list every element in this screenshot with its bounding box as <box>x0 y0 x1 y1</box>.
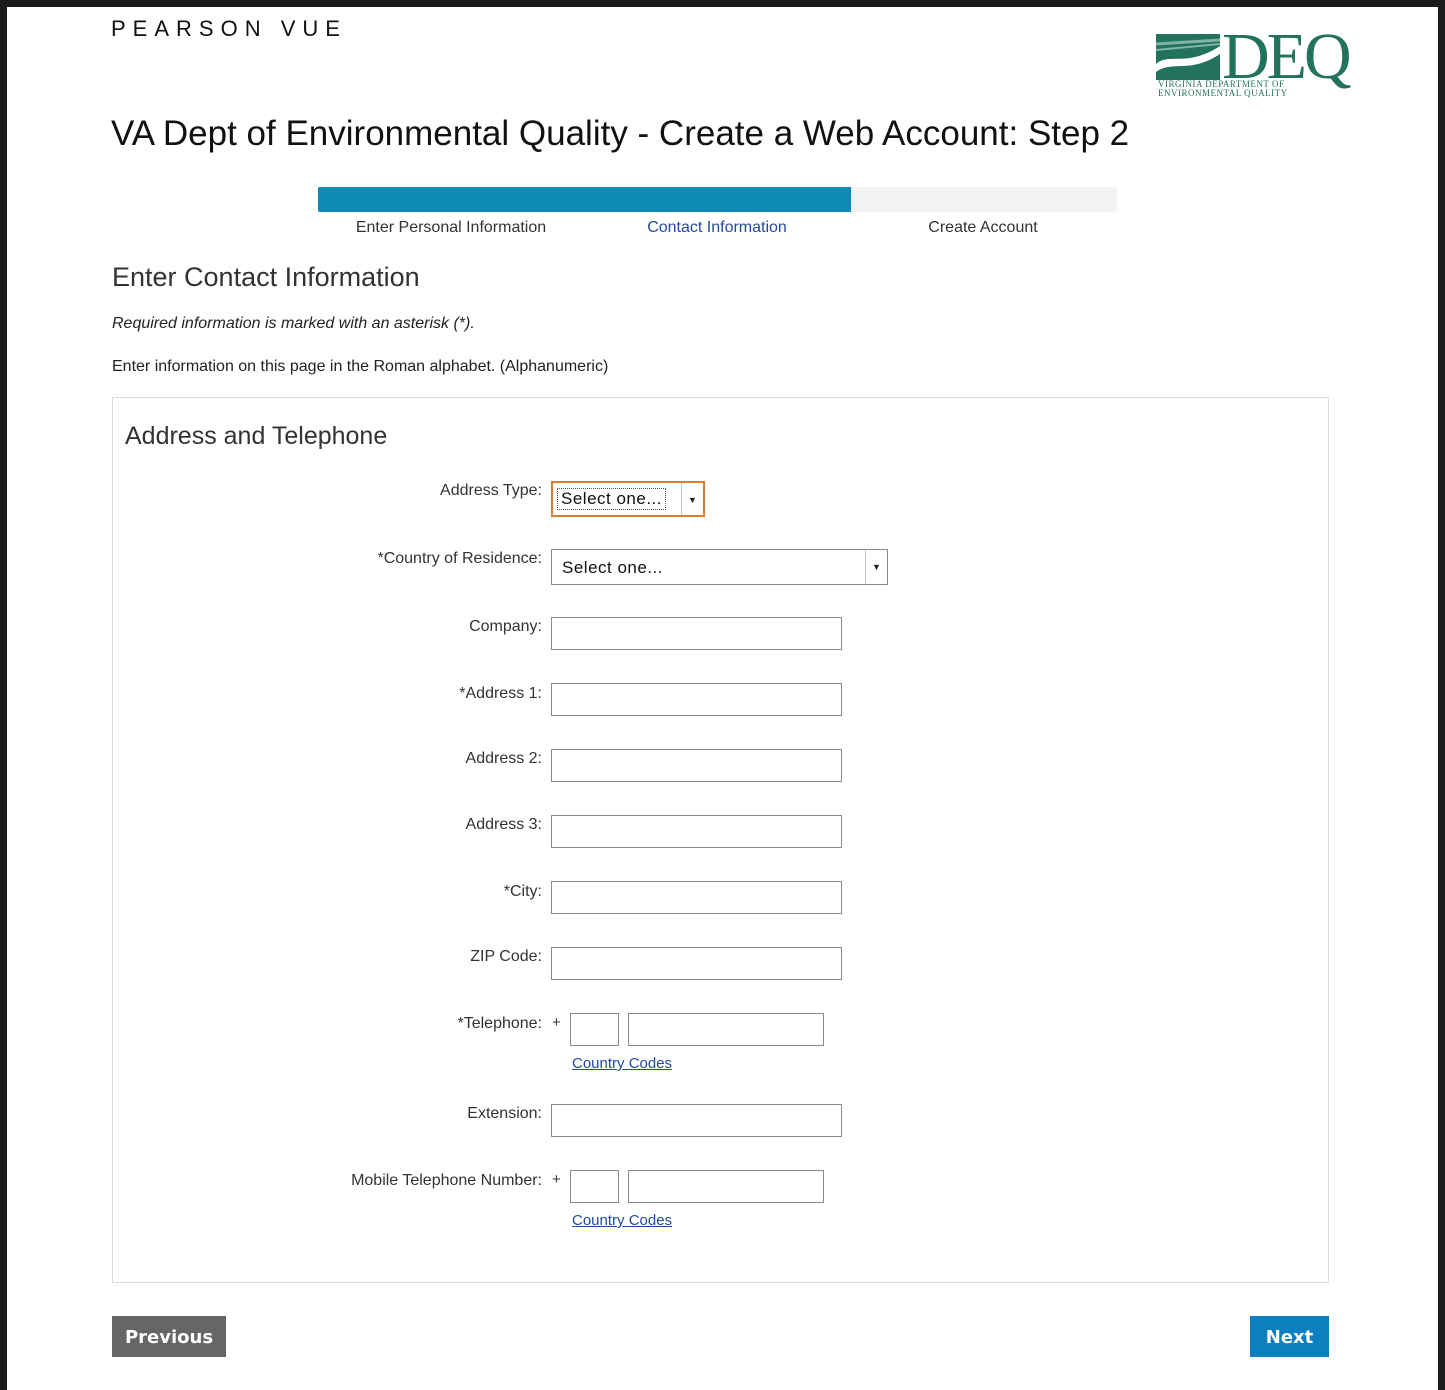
deq-logo-subtitle: VIRGINIA DEPARTMENT OF ENVIRONMENTAL QUA… <box>1158 80 1318 98</box>
company-input[interactable] <box>551 617 842 650</box>
step-create-account: Create Account <box>928 219 1038 236</box>
address-type-select[interactable]: Select one... ▼ <box>551 481 705 517</box>
next-button[interactable]: Next <box>1250 1316 1329 1357</box>
zip-input[interactable] <box>551 947 842 980</box>
alphabet-note: Enter information on this page in the Ro… <box>112 358 609 375</box>
deq-emblem-icon <box>1156 34 1220 80</box>
company-label: Company: <box>469 618 542 635</box>
progress-bar <box>318 187 1117 212</box>
address-telephone-panel: Address and Telephone Address Type: Sele… <box>112 397 1329 1283</box>
deq-subtitle-line2: ENVIRONMENTAL QUALITY <box>1158 88 1288 98</box>
section-title: Enter Contact Information <box>112 262 420 292</box>
required-note: Required information is marked with an a… <box>112 315 475 332</box>
mobile-country-code-input[interactable] <box>570 1170 619 1203</box>
city-label: *City: <box>503 883 542 900</box>
address1-input[interactable] <box>551 683 842 716</box>
mobile-plus-sign: + <box>552 1171 561 1188</box>
extension-input[interactable] <box>551 1104 842 1137</box>
mobile-country-codes-link[interactable]: Country Codes <box>572 1212 672 1229</box>
country-select[interactable]: Select one... ▼ <box>551 549 888 585</box>
panel-title: Address and Telephone <box>125 422 388 450</box>
country-value: Select one... <box>562 558 664 577</box>
brand-logo-text: PEARSON VUE <box>111 16 347 41</box>
step-personal-information: Enter Personal Information <box>355 219 547 236</box>
previous-button[interactable]: Previous <box>112 1316 226 1357</box>
address1-label: *Address 1: <box>459 685 542 702</box>
address2-input[interactable] <box>551 749 842 782</box>
city-input[interactable] <box>551 881 842 914</box>
deq-logo: DEQ VIRGINIA DEPARTMENT OF ENVIRONMENTAL… <box>1156 24 1352 106</box>
address2-label: Address 2: <box>465 750 542 767</box>
telephone-label: *Telephone: <box>457 1015 542 1032</box>
mobile-label: Mobile Telephone Number: <box>351 1172 542 1189</box>
telephone-country-codes-link[interactable]: Country Codes <box>572 1055 672 1072</box>
address3-input[interactable] <box>551 815 842 848</box>
telephone-country-code-input[interactable] <box>570 1013 619 1046</box>
progress-bar-fill <box>318 187 851 212</box>
address-type-value: Select one... <box>557 488 667 510</box>
extension-label: Extension: <box>467 1105 542 1122</box>
telephone-plus-sign: + <box>552 1014 561 1031</box>
country-label: *Country of Residence: <box>377 550 542 567</box>
page-title: VA Dept of Environmental Quality - Creat… <box>111 114 1130 153</box>
step-contact-information: Contact Information <box>647 219 787 236</box>
address3-label: Address 3: <box>465 816 542 833</box>
mobile-number-input[interactable] <box>628 1170 824 1203</box>
zip-label: ZIP Code: <box>470 948 542 965</box>
caret-down-icon: ▼ <box>681 483 703 515</box>
address-type-label: Address Type: <box>440 482 542 499</box>
telephone-number-input[interactable] <box>628 1013 824 1046</box>
caret-down-icon: ▼ <box>865 550 887 584</box>
